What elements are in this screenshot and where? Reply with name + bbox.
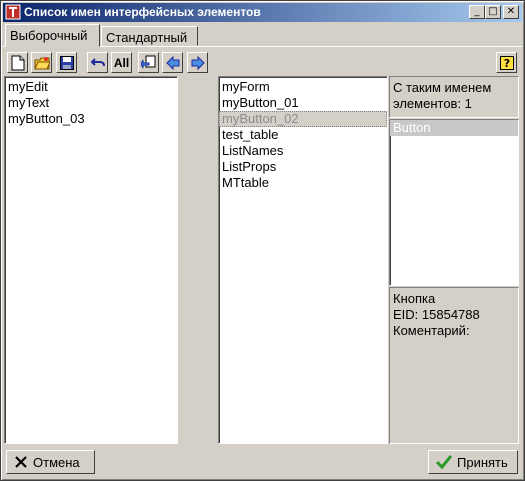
- all-button[interactable]: All: [111, 52, 132, 73]
- maximize-icon: □: [488, 6, 498, 17]
- close-icon: ✕: [506, 6, 516, 17]
- minimize-icon: _: [474, 6, 480, 17]
- all-names-list[interactable]: myForm myButton_01 myButton_02 test_table Li…: [218, 76, 388, 444]
- checkmark-icon: [436, 455, 452, 469]
- open-folder-icon: [33, 56, 50, 69]
- middle-list-item[interactable]: myForm: [219, 79, 387, 95]
- middle-list-item[interactable]: myButton_01: [219, 95, 387, 111]
- copy-back-icon: [140, 55, 155, 68]
- close-button[interactable]: ✕: [503, 5, 519, 19]
- new-doc-icon: [11, 55, 24, 70]
- selected-names-list[interactable]: myEdit myText myButton_03: [4, 76, 178, 444]
- minimize-button[interactable]: _: [469, 5, 485, 19]
- cancel-button[interactable]: Отмена: [6, 450, 95, 474]
- undo-button[interactable]: [87, 52, 108, 73]
- all-button-label: All: [113, 55, 130, 70]
- right-arrow-icon: [191, 55, 205, 70]
- detail-comment: Коментарий:: [393, 323, 470, 338]
- save-button[interactable]: [56, 52, 77, 73]
- undo-icon: [90, 57, 105, 66]
- move-left-button[interactable]: [162, 52, 183, 73]
- new-button[interactable]: [7, 52, 28, 73]
- app-icon: [5, 4, 21, 20]
- left-list-item[interactable]: myEdit: [5, 79, 177, 95]
- middle-list-item[interactable]: myButton_02: [219, 111, 387, 127]
- title-bar[interactable]: Список имен интерфейсных элементов _ □ ✕: [3, 3, 522, 22]
- middle-list-item[interactable]: ListNames: [219, 143, 387, 159]
- save-disk-icon: [59, 55, 74, 70]
- type-list[interactable]: Button: [389, 119, 519, 286]
- accept-button[interactable]: Принять: [428, 450, 518, 474]
- tab-selective[interactable]: Выборочный: [5, 24, 100, 47]
- accept-label: Принять: [457, 454, 508, 470]
- window-title: Список имен интерфейсных элементов: [24, 5, 261, 19]
- middle-list-item[interactable]: ListProps: [219, 159, 387, 175]
- left-list-item[interactable]: myButton_03: [5, 111, 177, 127]
- tab-selective-label: Выборочный: [10, 28, 88, 43]
- svg-text:?: ?: [503, 57, 509, 70]
- maximize-button[interactable]: □: [485, 5, 501, 19]
- copy-back-button[interactable]: [138, 52, 159, 73]
- detail-eid: EID: 15854788: [393, 307, 480, 322]
- left-list-item[interactable]: myText: [5, 95, 177, 111]
- tab-standard-label: Стандартный: [106, 30, 188, 45]
- middle-list-item[interactable]: test_table: [219, 127, 387, 143]
- cancel-label: Отмена: [33, 454, 80, 470]
- help-button[interactable]: ?: [496, 52, 517, 73]
- details-panel: Кнопка EID: 15854788 Коментарий:: [389, 287, 519, 444]
- cross-icon: [15, 456, 27, 468]
- open-button[interactable]: [31, 52, 52, 73]
- middle-list-item[interactable]: MTtable: [219, 175, 387, 191]
- tab-standard[interactable]: Стандартный: [101, 26, 198, 46]
- detail-type: Кнопка: [393, 291, 436, 306]
- type-list-item[interactable]: Button: [390, 120, 518, 136]
- count-panel: С таким именем элементов: 1: [389, 76, 519, 118]
- left-arrow-icon: [165, 55, 179, 70]
- move-right-button[interactable]: [187, 52, 208, 73]
- count-label: С таким именем элементов: 1: [393, 80, 492, 111]
- help-icon: ?: [499, 55, 514, 70]
